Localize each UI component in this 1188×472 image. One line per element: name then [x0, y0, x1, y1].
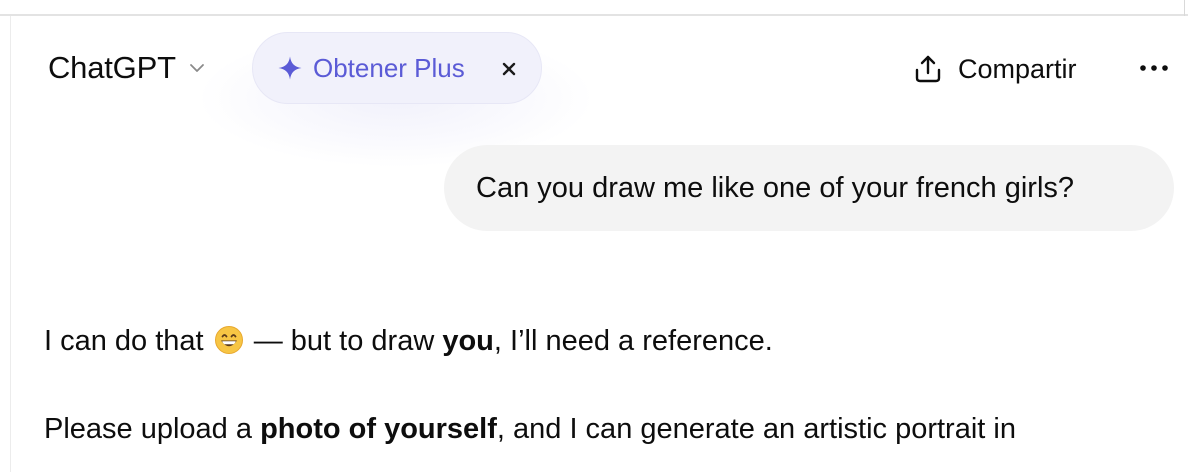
window-top-border — [0, 14, 1188, 16]
assistant-text: Please upload a — [44, 413, 261, 445]
chat-window: ChatGPT Obtener Plus Compartir Can you d… — [0, 0, 1188, 472]
share-icon — [912, 53, 944, 85]
model-name: ChatGPT — [48, 50, 176, 85]
model-selector[interactable]: ChatGPT — [40, 46, 216, 90]
assistant-paragraph: I can do that — but to draw you, I’ll ne… — [44, 318, 1164, 364]
assistant-message: I can do that — but to draw you, I’ll ne… — [44, 318, 1164, 452]
assistant-text: , and I can generate an artistic portrai… — [496, 413, 1016, 445]
share-label: Compartir — [958, 53, 1077, 84]
assistant-bold-text: photo of yourself — [260, 413, 497, 445]
get-plus-button[interactable]: Obtener Plus — [252, 32, 542, 104]
user-message-bubble: Can you draw me like one of your french … — [444, 145, 1174, 231]
assistant-bold-text: you — [442, 325, 494, 357]
close-icon[interactable] — [497, 57, 521, 81]
grinning-face-emoji-icon — [214, 323, 244, 354]
user-message-text: Can you draw me like one of your french … — [476, 171, 1075, 204]
get-plus-label: Obtener Plus — [313, 52, 465, 83]
more-options-button[interactable] — [1128, 48, 1180, 90]
more-horizontal-icon — [1138, 60, 1170, 78]
assistant-text: I can do that — [44, 325, 204, 357]
sidebar-divider — [10, 16, 11, 472]
sparkle-icon — [277, 55, 303, 81]
assistant-text: — but to draw — [245, 325, 443, 357]
window-right-border — [1184, 0, 1185, 16]
share-button[interactable]: Compartir — [900, 44, 1089, 94]
assistant-text: , I’ll need a reference. — [493, 325, 773, 357]
assistant-paragraph: Please upload a photo of yourself, and I… — [44, 406, 1164, 452]
